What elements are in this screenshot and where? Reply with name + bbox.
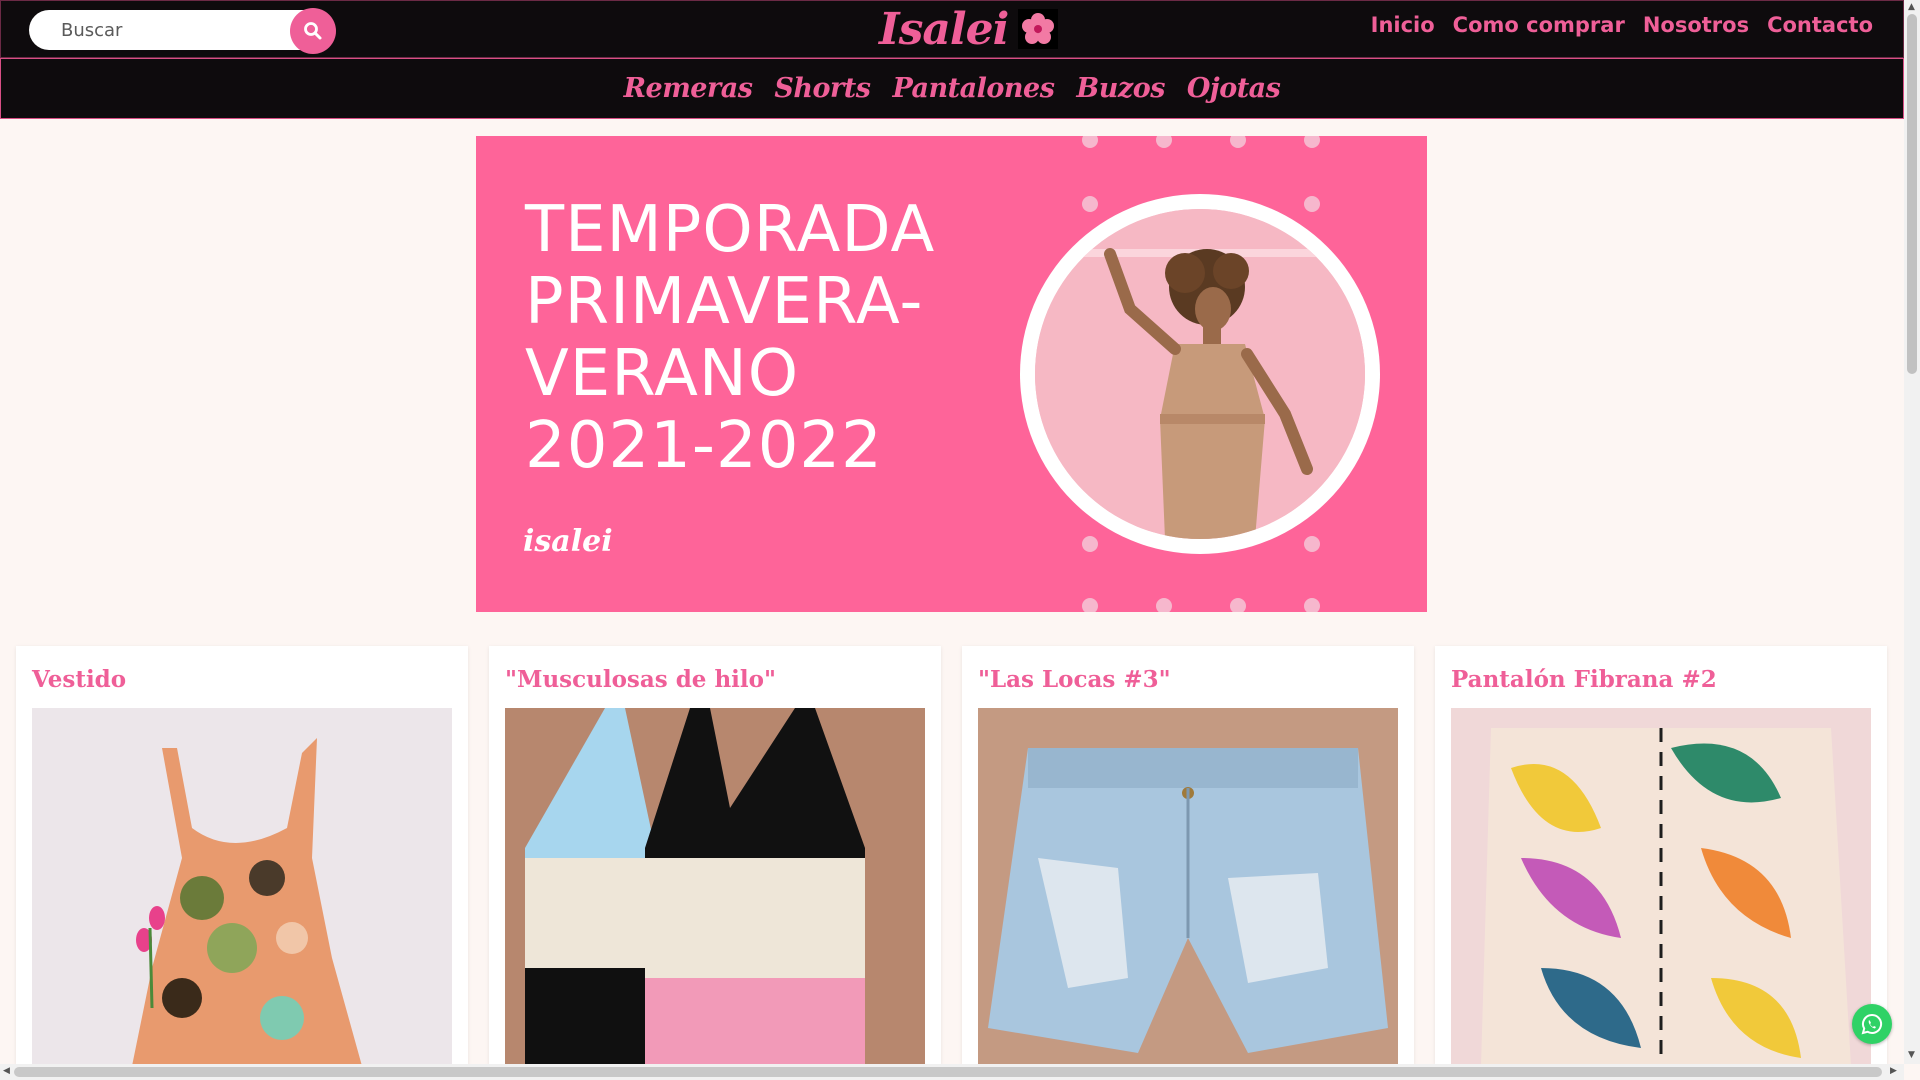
- search-icon: [304, 22, 322, 40]
- category-remeras[interactable]: Remeras: [624, 73, 753, 104]
- banner-dot: [1304, 136, 1320, 148]
- nav-contacto[interactable]: Contacto: [1767, 13, 1873, 37]
- product-card[interactable]: "Musculosas de hilo": [489, 646, 941, 1066]
- scroll-left-arrow-icon[interactable]: ◀: [3, 1066, 10, 1076]
- brand-name: Isalei: [879, 3, 1009, 55]
- banner-dot: [1304, 598, 1320, 612]
- product-image[interactable]: [32, 708, 452, 1066]
- search-input[interactable]: [59, 11, 309, 49]
- product-card[interactable]: Pantalón Fibrana #2: [1435, 646, 1887, 1066]
- whatsapp-icon: [1861, 1013, 1883, 1035]
- vertical-scrollbar[interactable]: ▲ ▼: [1904, 0, 1920, 1064]
- scroll-up-arrow-icon[interactable]: ▲: [1908, 2, 1915, 12]
- scroll-down-arrow-icon[interactable]: ▼: [1908, 1050, 1915, 1060]
- banner-dot: [1304, 196, 1320, 212]
- product-title[interactable]: Pantalón Fibrana #2: [1451, 666, 1717, 693]
- horizontal-scrollbar[interactable]: ◀ ▶: [0, 1064, 1904, 1080]
- banner-title: TEMPORADA PRIMAVERA- VERANO 2021-2022: [525, 193, 936, 483]
- nav-nosotros[interactable]: Nosotros: [1643, 13, 1749, 37]
- vertical-scroll-thumb[interactable]: [1907, 14, 1917, 374]
- category-navigation: Remeras Shorts Pantalones Buzos Ojotas: [0, 58, 1904, 119]
- banner-dot: [1230, 136, 1246, 148]
- banner-photo-frame: [1020, 194, 1380, 554]
- nav-inicio[interactable]: Inicio: [1371, 13, 1435, 37]
- banner-dot: [1082, 136, 1098, 148]
- banner-dot: [1082, 536, 1098, 552]
- category-pantalones[interactable]: Pantalones: [892, 73, 1054, 104]
- nav-como-comprar[interactable]: Como comprar: [1453, 13, 1625, 37]
- product-image[interactable]: [1451, 708, 1871, 1066]
- top-navigation: Inicio Como comprar Nosotros Contacto: [1371, 13, 1873, 37]
- product-title[interactable]: Vestido: [32, 666, 126, 693]
- scroll-right-arrow-icon[interactable]: ▶: [1890, 1066, 1897, 1076]
- horizontal-scroll-thumb[interactable]: [14, 1067, 1882, 1077]
- banner-dot: [1082, 196, 1098, 212]
- flower-icon: [1018, 9, 1059, 49]
- product-title[interactable]: "Las Locas #3": [978, 666, 1171, 693]
- product-card[interactable]: "Las Locas #3": [962, 646, 1414, 1066]
- whatsapp-button[interactable]: [1852, 1004, 1892, 1044]
- banner-photo: [1035, 209, 1365, 539]
- banner-dot: [1230, 598, 1246, 612]
- brand-logo[interactable]: Isalei: [879, 3, 1059, 55]
- product-image[interactable]: [505, 708, 925, 1066]
- search-box: [29, 8, 336, 54]
- top-header: Isalei Inicio Como comprar Nosotros Cont…: [0, 0, 1904, 58]
- banner-dot: [1082, 598, 1098, 612]
- search-button[interactable]: [290, 8, 336, 54]
- banner-dot: [1156, 598, 1172, 612]
- category-shorts[interactable]: Shorts: [774, 73, 871, 104]
- banner-dot: [1304, 536, 1320, 552]
- product-image[interactable]: [978, 708, 1398, 1066]
- category-ojotas[interactable]: Ojotas: [1187, 73, 1281, 104]
- product-title[interactable]: "Musculosas de hilo": [505, 666, 776, 693]
- category-buzos[interactable]: Buzos: [1076, 73, 1165, 104]
- season-banner[interactable]: TEMPORADA PRIMAVERA- VERANO 2021-2022 is…: [476, 136, 1427, 612]
- product-card[interactable]: Vestido: [16, 646, 468, 1066]
- banner-dot: [1156, 136, 1172, 148]
- banner-signature: isalei: [523, 524, 613, 559]
